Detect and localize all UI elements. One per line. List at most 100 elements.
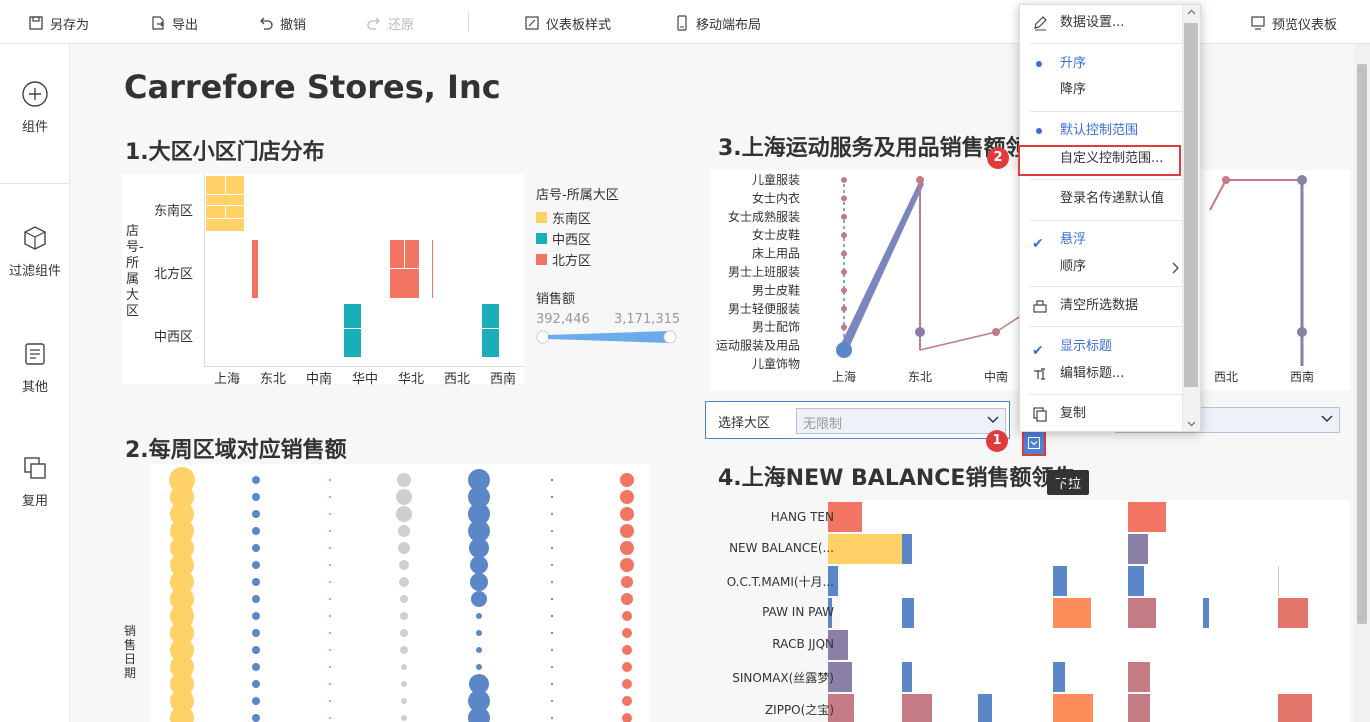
sidebar-item-other[interactable]: 其他	[0, 340, 70, 395]
chart1-cell[interactable]	[226, 206, 244, 218]
sidebar-item-label: 组件	[21, 120, 48, 135]
chart1-legend-item[interactable]: 东南区	[536, 208, 591, 227]
export-icon	[152, 16, 164, 30]
chart1-x-tick: 西北	[444, 372, 471, 387]
chart4-bar	[902, 598, 914, 628]
chart4-title: 4.上海NEW BALANCE销售额领先	[718, 466, 1076, 491]
chart2-dot	[620, 541, 634, 555]
menu-item-copy[interactable]: 复制	[1020, 401, 1184, 427]
chart2-dot	[620, 524, 634, 538]
redo-label: 还原	[388, 17, 415, 33]
chart1-cell[interactable]	[344, 304, 361, 328]
page-scrollbar[interactable]	[1354, 44, 1370, 722]
chart4-brand-label: RACB JJQN	[772, 637, 834, 651]
save-as-button[interactable]: 另存为	[28, 12, 89, 34]
menu-item-default-range[interactable]: 默认控制范围	[1020, 118, 1184, 144]
menu-divider	[1030, 179, 1184, 180]
chart4-bar	[1128, 566, 1144, 596]
chart3-y-tick: 女士成熟服装	[728, 209, 800, 224]
chart2-y-axis-title: 销售日期	[124, 624, 137, 680]
chart1-y-tick: 东南区	[154, 204, 194, 219]
dashboard-style-button[interactable]: 仪表板样式	[524, 12, 611, 34]
sidebar-item-label: 过滤组件	[8, 264, 61, 279]
chart1-cell[interactable]	[390, 240, 404, 268]
export-button[interactable]: 导出	[150, 12, 198, 34]
menu-item-ascending[interactable]: 升序	[1020, 51, 1184, 77]
undo-button[interactable]: 撤销	[258, 12, 306, 34]
region-select[interactable]: 无限制	[796, 408, 1006, 434]
chart4-bar	[1278, 598, 1308, 628]
style-icon	[525, 16, 539, 30]
menu-item-order[interactable]: 顺序	[1020, 254, 1184, 280]
sidebar-item-filter-components[interactable]: 过滤组件	[0, 224, 70, 279]
chart1-cell[interactable]	[206, 206, 225, 218]
chart1-cell[interactable]	[252, 240, 258, 298]
menu-item-login-default[interactable]: 登录名传递默认值	[1020, 186, 1184, 212]
chart1-cell[interactable]	[206, 176, 225, 194]
chart2-dot	[551, 649, 553, 651]
menu-item-label: 复制	[1060, 406, 1087, 421]
chart1-x-tick: 中南	[306, 372, 333, 387]
chart2-dot	[622, 645, 632, 655]
chevron-down-icon	[1321, 415, 1333, 423]
page-scroll-thumb[interactable]	[1357, 64, 1367, 624]
chart1-cell[interactable]	[390, 269, 419, 298]
menu-item-edit-title[interactable]: 编辑标题...	[1020, 361, 1184, 387]
chart1-legend-item[interactable]: 北方区	[536, 250, 591, 269]
chart4-bar	[902, 662, 912, 692]
chart2-dot	[401, 681, 407, 687]
chart2-dot	[620, 490, 634, 504]
chart2-dot	[252, 697, 260, 705]
chart2-dot	[329, 598, 331, 600]
chart3-y-tick: 儿童饰物	[752, 356, 800, 371]
preview-dashboard-button[interactable]: 预览仪表板	[1250, 12, 1337, 34]
chart1-cell[interactable]	[344, 329, 361, 357]
preview-dashboard-label: 预览仪表板	[1272, 17, 1338, 33]
chart4-bar	[1053, 694, 1093, 722]
selected-dot-icon	[1036, 61, 1042, 67]
chart3-x-tick: 东北	[908, 370, 932, 384]
chart1-cell[interactable]	[482, 304, 499, 328]
sidebar-item-reuse[interactable]: 复用	[0, 454, 70, 509]
chart2-dot	[622, 679, 632, 689]
menu-divider	[1030, 220, 1184, 221]
chart1-x-tick: 上海	[214, 372, 241, 387]
chart1-cell[interactable]	[206, 219, 244, 231]
menu-scrollbar[interactable]	[1182, 5, 1200, 431]
chart2-dot	[329, 530, 331, 532]
chart1-cell[interactable]	[432, 240, 433, 298]
chart2-dot	[551, 632, 553, 634]
chart1-size-slider[interactable]	[536, 330, 678, 344]
chart1-legend-item[interactable]: 中西区	[536, 229, 591, 248]
scroll-down-icon[interactable]	[1187, 421, 1196, 427]
chart3-x-tick: 西北	[1214, 370, 1238, 384]
chart2-dot	[329, 581, 331, 583]
chart1-cell[interactable]	[405, 240, 419, 268]
chart4-bar	[902, 534, 912, 564]
menu-item-data-settings[interactable]: 数据设置...	[1020, 10, 1184, 36]
region-filter-control[interactable]: 选择大区 无限制	[705, 401, 1010, 439]
chart2-dot	[621, 593, 633, 605]
chevron-down-icon	[1028, 437, 1040, 449]
save-as-label: 另存为	[50, 17, 90, 33]
chart4-bar	[1128, 662, 1150, 692]
menu-item-clear-selected[interactable]: 清空所选数据	[1020, 293, 1184, 319]
menu-item-floating[interactable]: ✔ 悬浮	[1020, 227, 1184, 253]
scroll-up-icon[interactable]	[1187, 9, 1196, 15]
chart3-x-tick: 中南	[984, 369, 1008, 384]
sidebar-item-components[interactable]: 组件	[0, 80, 70, 135]
chart2-dot	[252, 646, 260, 654]
chart1-cell[interactable]	[226, 176, 244, 194]
dropdown-menu-button[interactable]	[1022, 430, 1046, 456]
chart2-dot	[622, 696, 632, 706]
redo-button[interactable]: 还原	[366, 12, 414, 34]
mobile-layout-button[interactable]: 移动端布局	[674, 12, 761, 34]
chart1-cell[interactable]	[482, 329, 499, 357]
custom-range-highlight	[1018, 145, 1181, 176]
chart1-cell[interactable]	[206, 195, 244, 205]
chart3-point	[1297, 175, 1307, 185]
menu-item-descending[interactable]: 降序	[1020, 77, 1184, 103]
chart3-point	[836, 342, 852, 358]
menu-scroll-thumb[interactable]	[1184, 23, 1198, 387]
menu-item-show-title[interactable]: ✔ 显示标题	[1020, 334, 1184, 360]
